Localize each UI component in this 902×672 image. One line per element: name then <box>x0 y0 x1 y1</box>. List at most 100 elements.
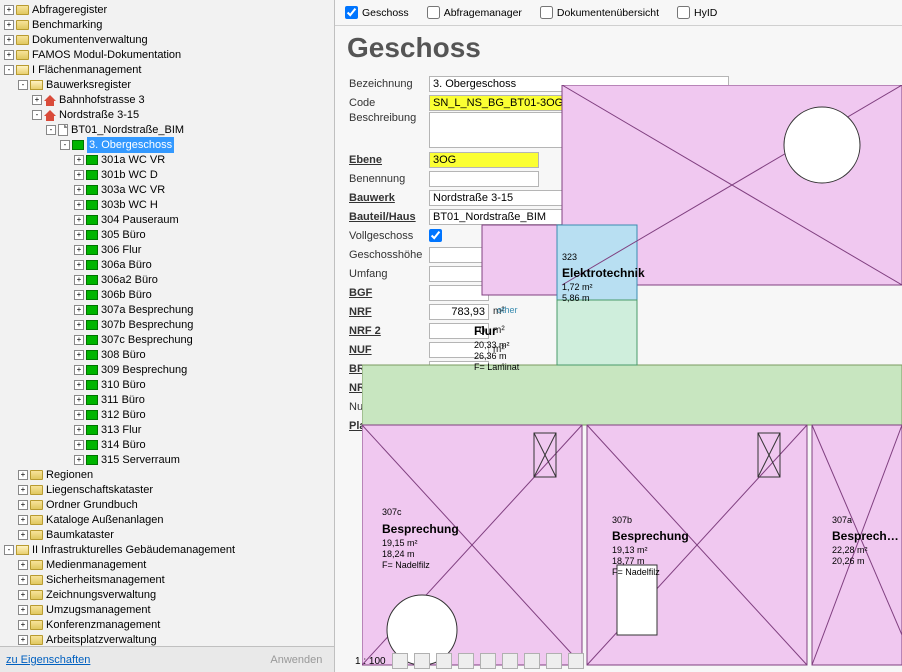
tree-toggle-icon[interactable]: - <box>18 80 28 90</box>
apply-button[interactable]: Anwenden <box>270 654 322 666</box>
tree-item[interactable]: +306 Flur <box>2 242 334 257</box>
tool-4-icon[interactable] <box>458 653 474 669</box>
tree-toggle-icon[interactable]: - <box>4 545 14 555</box>
tree-toggle-icon[interactable]: + <box>74 350 84 360</box>
tree-toggle-icon[interactable]: + <box>4 50 14 60</box>
tree-toggle-icon[interactable]: + <box>18 500 28 510</box>
tab-hyid-check[interactable] <box>677 6 690 19</box>
input-bri[interactable] <box>429 361 489 377</box>
tab-abfragemanager[interactable]: Abfragemanager <box>427 6 522 19</box>
tree-item[interactable]: -Bauwerksregister <box>2 77 334 92</box>
tree-toggle-icon[interactable]: + <box>74 155 84 165</box>
tree-item[interactable]: +303a WC VR <box>2 182 334 197</box>
input-bgf[interactable] <box>429 285 489 301</box>
tool-7-icon[interactable] <box>524 653 540 669</box>
input-bezeichnung[interactable] <box>429 76 729 92</box>
tree-item[interactable]: -II Infrastrukturelles Gebäudemanagement <box>2 542 334 557</box>
tree-item[interactable]: +313 Flur <box>2 422 334 437</box>
tree-item[interactable]: +304 Pauseraum <box>2 212 334 227</box>
tree-item[interactable]: +Sicherheitsmanagement <box>2 572 334 587</box>
tree-item[interactable]: +312 Büro <box>2 407 334 422</box>
tool-9-icon[interactable] <box>568 653 584 669</box>
tree-toggle-icon[interactable]: + <box>74 200 84 210</box>
tree-toggle-icon[interactable]: + <box>18 470 28 480</box>
tree-toggle-icon[interactable]: + <box>74 335 84 345</box>
input-nuf[interactable] <box>429 342 489 358</box>
tree-toggle-icon[interactable]: + <box>74 170 84 180</box>
tree-toggle-icon[interactable]: + <box>74 290 84 300</box>
tree-toggle-icon[interactable]: + <box>4 20 14 30</box>
input-code[interactable] <box>429 95 729 111</box>
tree-item[interactable]: +Bahnhofstrasse 3 <box>2 92 334 107</box>
tree-item[interactable]: +Benchmarking <box>2 17 334 32</box>
tree-item[interactable]: +FAMOS Modul-Dokumentation <box>2 47 334 62</box>
tab-abfragemanager-check[interactable] <box>427 6 440 19</box>
tree-toggle-icon[interactable]: + <box>74 260 84 270</box>
tree-item[interactable]: +309 Besprechung <box>2 362 334 377</box>
tree-toggle-icon[interactable]: + <box>74 230 84 240</box>
tree-toggle-icon[interactable]: - <box>32 110 42 120</box>
tree-item[interactable]: +307b Besprechung <box>2 317 334 332</box>
tree-toggle-icon[interactable]: + <box>74 275 84 285</box>
input-ebene[interactable] <box>429 152 539 168</box>
tree-item[interactable]: +Konferenzmanagement <box>2 617 334 632</box>
tree-toggle-icon[interactable]: + <box>4 35 14 45</box>
tree-toggle-icon[interactable]: + <box>74 305 84 315</box>
tree-item[interactable]: +307c Besprechung <box>2 332 334 347</box>
tree-toggle-icon[interactable]: + <box>74 365 84 375</box>
tree-item[interactable]: +314 Büro <box>2 437 334 452</box>
tree-toggle-icon[interactable]: + <box>18 605 28 615</box>
tree-item[interactable]: +Arbeitsplatzverwaltung <box>2 632 334 647</box>
tree-toggle-icon[interactable]: + <box>74 380 84 390</box>
tree-item[interactable]: +Dokumentenverwaltung <box>2 32 334 47</box>
input-nrf[interactable] <box>429 304 489 320</box>
tree-toggle-icon[interactable]: + <box>74 215 84 225</box>
tree-toggle-icon[interactable]: + <box>74 320 84 330</box>
tree-toggle-icon[interactable]: + <box>18 620 28 630</box>
tree-item[interactable]: +306a2 Büro <box>2 272 334 287</box>
tab-geschoss-check[interactable] <box>345 6 358 19</box>
tree-toggle-icon[interactable]: - <box>60 140 70 150</box>
tree-toggle-icon[interactable]: + <box>18 590 28 600</box>
tree-toggle-icon[interactable]: + <box>74 185 84 195</box>
input-bauteil[interactable] <box>429 209 583 225</box>
tree-item[interactable]: +303b WC H <box>2 197 334 212</box>
tree-toggle-icon[interactable]: + <box>18 530 28 540</box>
input-bauwerk[interactable] <box>429 190 583 206</box>
tool-1-icon[interactable] <box>392 653 408 669</box>
tab-dok-check[interactable] <box>540 6 553 19</box>
tool-6-icon[interactable] <box>502 653 518 669</box>
tree-toggle-icon[interactable]: - <box>4 65 14 75</box>
input-beschreibung[interactable] <box>429 112 583 148</box>
tree-item[interactable]: -BT01_Nordstraße_BIM <box>2 122 334 137</box>
tree-item[interactable]: +301b WC D <box>2 167 334 182</box>
tree-item[interactable]: +310 Büro <box>2 377 334 392</box>
tree-toggle-icon[interactable]: + <box>74 410 84 420</box>
tree-item[interactable]: +311 Büro <box>2 392 334 407</box>
tree-toggle-icon[interactable]: - <box>46 125 56 135</box>
tree-item[interactable]: +305 Büro <box>2 227 334 242</box>
tree-toggle-icon[interactable]: + <box>74 245 84 255</box>
input-vollgeschoss[interactable] <box>429 229 442 242</box>
tree-toggle-icon[interactable]: + <box>32 95 42 105</box>
tool-3-icon[interactable] <box>436 653 452 669</box>
tree-toggle-icon[interactable]: + <box>74 395 84 405</box>
tab-dokumentenuebersicht[interactable]: Dokumentenübersicht <box>540 6 659 19</box>
tree-item[interactable]: +315 Serverraum <box>2 452 334 467</box>
tree-item[interactable]: +308 Büro <box>2 347 334 362</box>
tool-8-icon[interactable] <box>546 653 562 669</box>
input-nrf2[interactable] <box>429 323 489 339</box>
input-benennung[interactable] <box>429 171 539 187</box>
tree-item[interactable]: +Abfrageregister <box>2 2 334 17</box>
tree-toggle-icon[interactable]: + <box>18 635 28 645</box>
tree-item[interactable]: +Liegenschaftskataster <box>2 482 334 497</box>
tree-item[interactable]: -3. Obergeschoss <box>2 137 334 152</box>
tree-toggle-icon[interactable]: + <box>4 5 14 15</box>
tree-toggle-icon[interactable]: + <box>18 560 28 570</box>
tree-item[interactable]: +Kataloge Außenanlagen <box>2 512 334 527</box>
tree-toggle-icon[interactable]: + <box>74 440 84 450</box>
tab-hyid[interactable]: HyID <box>677 6 717 19</box>
tree-item[interactable]: -I Flächenmanagement <box>2 62 334 77</box>
properties-link[interactable]: zu Eigenschaften <box>6 654 90 666</box>
tree-item[interactable]: +Medienmanagement <box>2 557 334 572</box>
